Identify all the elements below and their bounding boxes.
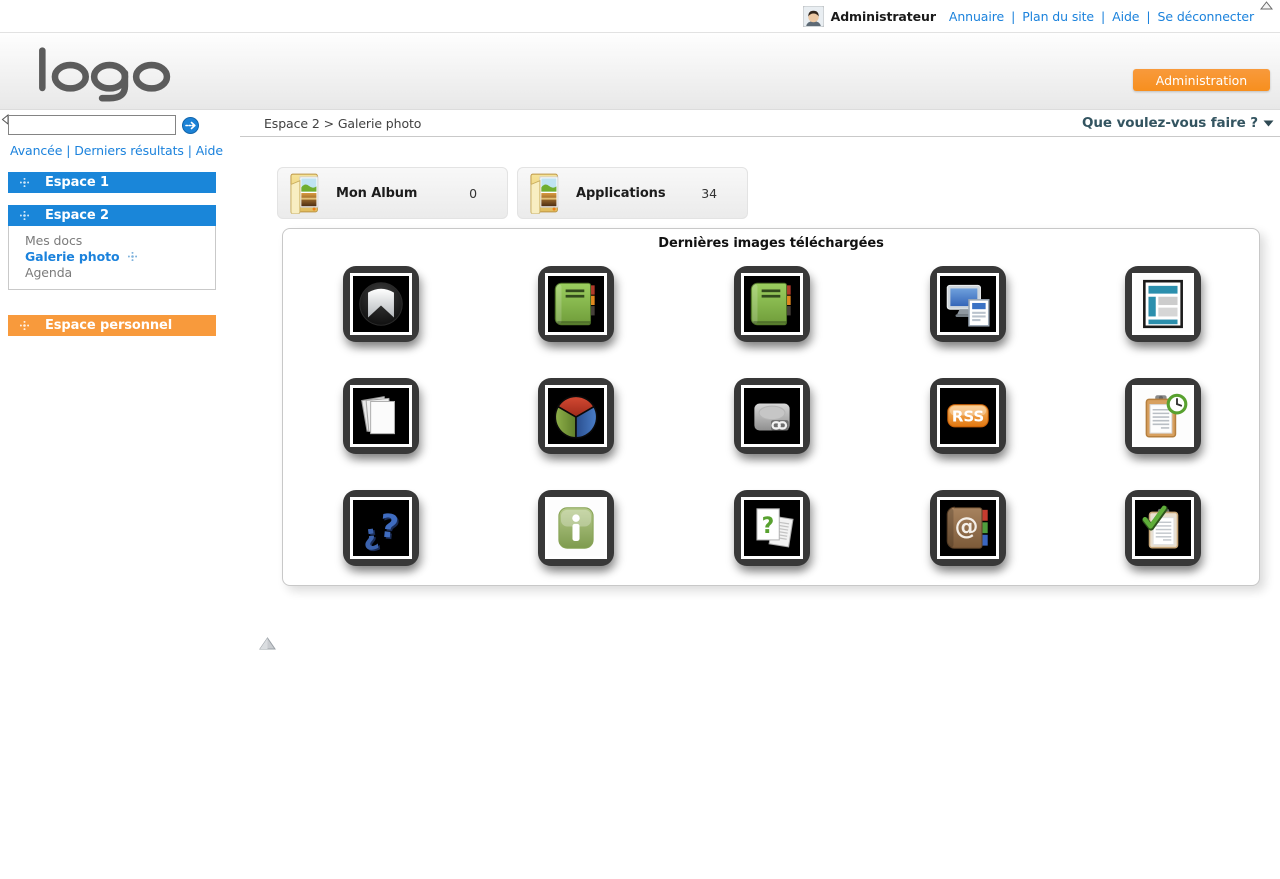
- link-aide[interactable]: Aide: [1112, 9, 1139, 24]
- clipboard-clock-app-icon[interactable]: [1125, 378, 1201, 454]
- user-avatar: [803, 6, 824, 27]
- sparkle-icon: [20, 321, 29, 330]
- site-logo: logo: [33, 44, 173, 102]
- workstation-document-app-icon[interactable]: [930, 266, 1006, 342]
- info-app-icon[interactable]: [538, 490, 614, 566]
- clipboard-check-app-icon[interactable]: [1125, 490, 1201, 566]
- topbar: Administrateur Annuaire | Plan du site |…: [0, 0, 1280, 33]
- sidebar-item-mes-docs[interactable]: Mes docs: [25, 233, 215, 249]
- document-question-app-icon[interactable]: [734, 490, 810, 566]
- folder-label: Applications: [576, 186, 665, 201]
- section-label: Espace 1: [45, 175, 109, 190]
- header: logo Administration: [0, 33, 1280, 110]
- section-label: Espace personnel: [45, 318, 172, 333]
- administration-button[interactable]: Administration: [1133, 69, 1270, 91]
- panel-title: Dernières images téléchargées: [283, 236, 1259, 251]
- sidebar-section-espace-1[interactable]: Espace 1: [8, 172, 216, 193]
- search-submit-icon[interactable]: [182, 117, 199, 134]
- link-annuaire[interactable]: Annuaire: [949, 9, 1004, 24]
- chevron-down-icon: [1263, 120, 1274, 127]
- folder-count: 0: [469, 186, 477, 201]
- document-stack-app-icon[interactable]: [343, 378, 419, 454]
- gallery-grid: [283, 266, 1261, 602]
- user-name: Administrateur: [831, 9, 936, 24]
- notebook-app-icon[interactable]: [538, 266, 614, 342]
- search-links: Avancée | Derniers résultats | Aide: [10, 143, 223, 158]
- main-content: Espace 2 > Galerie photo Que voulez-vous…: [240, 110, 1280, 879]
- folder-label: Mon Album: [336, 186, 417, 201]
- link-avancee[interactable]: Avancée: [10, 143, 62, 158]
- breadcrumb: Espace 2 > Galerie photo: [264, 116, 421, 131]
- sidebar-section-espace-personnel[interactable]: Espace personnel: [8, 315, 216, 336]
- collapse-topbar-icon[interactable]: [1260, 1, 1273, 10]
- link-plan-du-site[interactable]: Plan du site: [1022, 9, 1094, 24]
- sparkle-icon: [20, 211, 29, 220]
- sparkle-icon: [20, 178, 29, 187]
- notebook-app-icon[interactable]: [734, 266, 810, 342]
- link-derniers-resultats[interactable]: Derniers résultats: [74, 143, 184, 158]
- sparkle-icon: [128, 252, 137, 261]
- folder-count: 34: [701, 186, 717, 201]
- sidebar-section-espace-2[interactable]: Espace 2: [8, 205, 216, 226]
- back-to-top-icon[interactable]: [259, 637, 276, 650]
- bookmark-app-icon[interactable]: [343, 266, 419, 342]
- color-cube-app-icon[interactable]: [538, 378, 614, 454]
- separator: |: [1146, 9, 1150, 24]
- sidebar-item-galerie-photo[interactable]: Galerie photo: [25, 249, 215, 265]
- drive-link-app-icon[interactable]: [734, 378, 810, 454]
- photo-folder-icon: [290, 172, 324, 214]
- folder-card-applications[interactable]: Applications 34: [517, 167, 748, 219]
- separator: |: [188, 143, 192, 158]
- separator: |: [1101, 9, 1105, 24]
- section-label: Espace 2: [45, 208, 109, 223]
- separator: |: [1011, 9, 1015, 24]
- link-aide-recherche[interactable]: Aide: [196, 143, 223, 158]
- sidebar-item-agenda[interactable]: Agenda: [25, 265, 215, 281]
- latest-images-panel: Dernières images téléchargées: [282, 228, 1260, 586]
- actions-menu[interactable]: Que voulez-vous faire ?: [1082, 115, 1274, 131]
- rss-app-icon[interactable]: [930, 378, 1006, 454]
- sidebar-espace2-items: Mes docs Galerie photo Agenda: [8, 226, 216, 290]
- separator: |: [66, 143, 70, 158]
- sidebar: Avancée | Derniers résultats | Aide Espa…: [0, 110, 240, 879]
- folder-card-mon-album[interactable]: Mon Album 0: [277, 167, 508, 219]
- photo-folder-icon: [530, 172, 564, 214]
- page-layout-app-icon[interactable]: [1125, 266, 1201, 342]
- breadcrumb-row: Espace 2 > Galerie photo Que voulez-vous…: [240, 110, 1280, 137]
- address-book-app-icon[interactable]: [930, 490, 1006, 566]
- double-question-app-icon[interactable]: [343, 490, 419, 566]
- link-se-deconnecter[interactable]: Se déconnecter: [1158, 9, 1254, 24]
- search-input[interactable]: [8, 115, 176, 135]
